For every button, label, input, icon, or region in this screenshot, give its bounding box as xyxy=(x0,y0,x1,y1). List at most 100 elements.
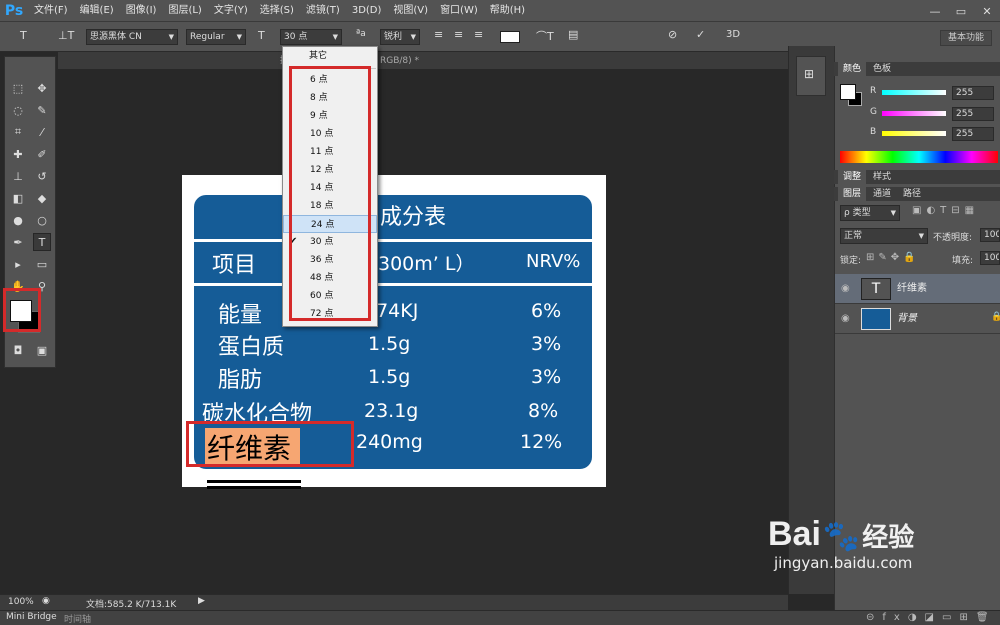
fg-color-chip[interactable] xyxy=(840,84,856,100)
eraser-tool-icon[interactable]: ◧ xyxy=(9,189,27,207)
menu-3d[interactable]: 3D(D) xyxy=(346,0,388,22)
orientation-toggle-icon[interactable]: ⊥T xyxy=(58,29,74,42)
text-underline xyxy=(207,480,301,483)
tab-paths[interactable]: 路径 xyxy=(898,187,926,201)
healing-brush-tool-icon[interactable]: ✚ xyxy=(9,145,27,163)
quick-select-tool-icon[interactable]: ✎ xyxy=(33,101,51,119)
align-right-icon[interactable]: ≡ xyxy=(474,28,483,41)
warp-text-icon[interactable]: ⌒T xyxy=(536,28,554,44)
fill-input[interactable]: 100% xyxy=(980,251,1000,265)
3d-button[interactable]: 3D xyxy=(726,29,740,40)
commit-icon[interactable]: ✓ xyxy=(696,28,705,41)
paint-bucket-tool-icon[interactable]: ◆ xyxy=(33,189,51,207)
history-panel-icon[interactable]: ⊞ xyxy=(804,67,814,81)
document-tab-strip xyxy=(58,52,788,69)
text-color-swatch[interactable] xyxy=(500,31,520,43)
menu-filter[interactable]: 滤镜(T) xyxy=(300,0,346,22)
lock-icon: 🔒 xyxy=(991,312,1000,322)
menu-select[interactable]: 选择(S) xyxy=(254,0,300,22)
tab-adjustments[interactable]: 调整 xyxy=(838,170,867,184)
chevron-down-icon: ▼ xyxy=(332,33,338,41)
channel-g-slider[interactable] xyxy=(882,111,946,116)
channel-b-slider[interactable] xyxy=(882,131,946,136)
tab-timeline[interactable]: 时间轴 xyxy=(64,612,91,625)
history-brush-tool-icon[interactable]: ↺ xyxy=(33,167,51,185)
channel-r-value[interactable]: 255 xyxy=(952,86,994,100)
crop-tool-icon[interactable]: ⌗ xyxy=(9,123,27,141)
quick-mask-icon[interactable]: ◘ xyxy=(9,341,27,359)
dodge-tool-icon[interactable]: ○ xyxy=(33,211,51,229)
brush-tool-icon[interactable]: ✐ xyxy=(33,145,51,163)
screen-mode-icon[interactable]: ▣ xyxy=(33,341,51,359)
zoom-level[interactable]: 100% xyxy=(8,597,34,607)
eye-icon[interactable]: ◉ xyxy=(841,274,850,304)
status-info-icon[interactable]: ◉ xyxy=(42,596,50,606)
row-nrv: 12% xyxy=(520,431,563,453)
antialias-select[interactable]: 锐利 ▼ xyxy=(380,29,420,45)
marquee-tool-icon[interactable]: ⬚ xyxy=(9,79,27,97)
color-spectrum[interactable] xyxy=(840,151,998,163)
antialias-icon: ªa xyxy=(356,29,366,39)
rectangle-tool-icon[interactable]: ▭ xyxy=(33,255,51,273)
minimize-button[interactable]: — xyxy=(922,0,948,22)
tab-color[interactable]: 颜色 xyxy=(838,62,867,76)
menu-layer[interactable]: 图层(L) xyxy=(162,0,207,22)
workspace-button[interactable]: 基本功能 xyxy=(940,30,992,46)
tab-swatches[interactable]: 色板 xyxy=(868,62,896,76)
menu-image[interactable]: 图像(I) xyxy=(120,0,163,22)
tab-styles[interactable]: 样式 xyxy=(868,170,896,184)
channel-r-slider[interactable] xyxy=(882,90,946,95)
layer-row[interactable]: ◉ 背景 🔒 xyxy=(835,304,1000,334)
font-style-select[interactable]: Regular ▼ xyxy=(186,29,246,45)
menu-view[interactable]: 视图(V) xyxy=(387,0,434,22)
cancel-icon[interactable]: ⊘ xyxy=(668,28,677,41)
type-tool-preset-icon[interactable]: T xyxy=(20,29,27,42)
tab-mini-bridge[interactable]: Mini Bridge xyxy=(6,612,57,622)
play-arrow-icon[interactable]: ▶ xyxy=(198,596,205,606)
chevron-down-icon: ▼ xyxy=(410,33,416,41)
row-amount: 240mg xyxy=(356,431,423,453)
dropdown-header[interactable]: 其它 xyxy=(283,47,377,65)
font-family-select[interactable]: 思源黑体 CN ▼ xyxy=(86,29,178,45)
tab-layers[interactable]: 图层 xyxy=(838,187,867,201)
row-amount: 1.5g xyxy=(368,333,411,355)
blend-mode-select[interactable]: 正常 ▼ xyxy=(840,228,928,244)
lasso-tool-icon[interactable]: ◌ xyxy=(9,101,27,119)
channel-g-value[interactable]: 255 xyxy=(952,107,994,121)
clone-stamp-tool-icon[interactable]: ⊥ xyxy=(9,167,27,185)
menu-file[interactable]: 文件(F) xyxy=(28,0,74,22)
watermark-brand-right: 经验 xyxy=(862,523,915,553)
antialias-value: 锐利 xyxy=(384,32,403,42)
highlight-box-fiber xyxy=(186,421,354,467)
type-tool-icon[interactable]: T xyxy=(33,233,51,251)
restore-button[interactable]: ▭ xyxy=(948,0,974,22)
row-amount: 1.5g xyxy=(368,366,411,388)
close-button[interactable]: ✕ xyxy=(974,0,1000,22)
font-size-select[interactable]: 30 点 ▼ xyxy=(280,29,342,45)
opacity-input[interactable]: 100% xyxy=(980,228,1000,242)
eyedropper-tool-icon[interactable]: ⁄ xyxy=(33,123,51,141)
eye-icon[interactable]: ◉ xyxy=(841,304,850,334)
blend-mode-value: 正常 xyxy=(844,231,863,241)
menu-window[interactable]: 窗口(W) xyxy=(434,0,484,22)
align-left-icon[interactable]: ≡ xyxy=(434,28,443,41)
path-select-tool-icon[interactable]: ▸ xyxy=(9,255,27,273)
layer-row-selected[interactable]: ◉ T 纤维素 xyxy=(835,274,1000,304)
layer-kind-filter[interactable]: ρ 类型 ▼ xyxy=(840,205,900,221)
menu-edit[interactable]: 编辑(E) xyxy=(74,0,120,22)
tab-channels[interactable]: 通道 xyxy=(868,187,896,201)
filter-icons[interactable]: ▣◐T⊟▦ xyxy=(912,205,979,216)
lock-label: 锁定: xyxy=(840,256,862,266)
bottom-panel-tabs: Mini Bridge 时间轴 xyxy=(0,610,1000,625)
channel-b-value[interactable]: 255 xyxy=(952,127,994,141)
character-panel-icon[interactable]: ▤ xyxy=(568,28,578,41)
layer-footer-icons[interactable]: ⊝fx◑◪▭⊞🗑 xyxy=(866,612,997,623)
pen-tool-icon[interactable]: ✒ xyxy=(9,233,27,251)
menu-type[interactable]: 文字(Y) xyxy=(208,0,254,22)
align-center-icon[interactable]: ≡ xyxy=(454,28,463,41)
chevron-down-icon: ▼ xyxy=(236,33,242,41)
blur-tool-icon[interactable]: ● xyxy=(9,211,27,229)
lock-icons[interactable]: ⊞✎✥🔒 xyxy=(866,252,920,263)
move-tool-icon[interactable]: ✥ xyxy=(33,79,51,97)
menu-help[interactable]: 帮助(H) xyxy=(484,0,531,22)
